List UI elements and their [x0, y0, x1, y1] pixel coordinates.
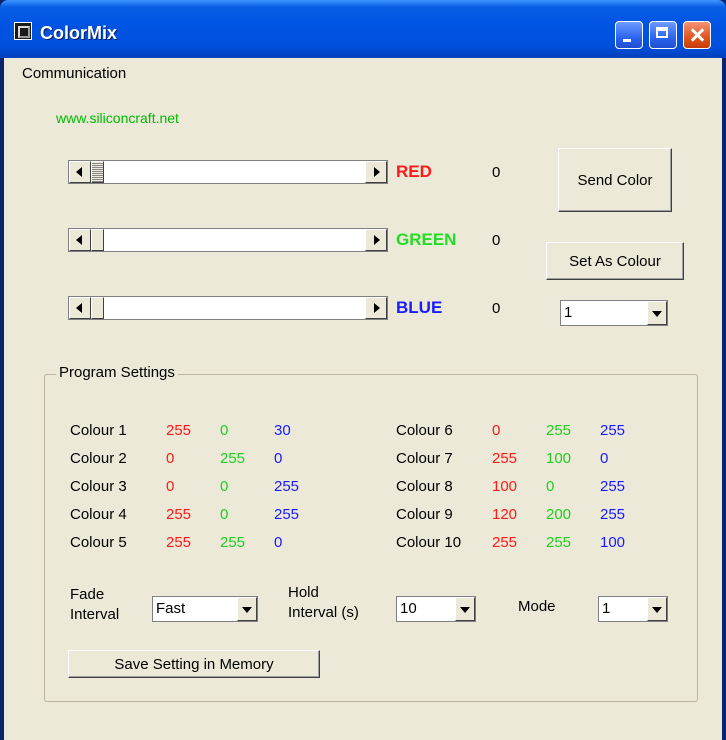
- mode-select[interactable]: 1: [598, 596, 668, 622]
- colour-10-red: 255: [492, 534, 518, 551]
- mode-value: 1: [602, 600, 611, 617]
- colour-2-green: 255: [220, 450, 246, 467]
- green-slider[interactable]: [68, 228, 388, 252]
- colour-6-label: Colour 6: [396, 422, 453, 439]
- colour-4-blue: 255: [274, 506, 300, 523]
- colour-2-red: 0: [166, 450, 175, 467]
- slider-thumb[interactable]: [91, 229, 104, 251]
- scroll-left-arrow-icon[interactable]: [69, 297, 91, 319]
- hold-interval-select[interactable]: 10: [396, 596, 476, 622]
- slider-thumb[interactable]: [91, 161, 104, 183]
- minimize-button[interactable]: [615, 21, 643, 49]
- colour-3-label: Colour 3: [70, 478, 127, 495]
- colour-7-green: 100: [546, 450, 572, 467]
- chevron-down-icon[interactable]: [647, 597, 667, 621]
- menu-bar: Communication: [4, 58, 722, 88]
- colour-5-green: 255: [220, 534, 246, 551]
- chevron-down-icon[interactable]: [647, 301, 667, 325]
- colour-3-red: 0: [166, 478, 175, 495]
- blue-value: 0: [492, 300, 501, 317]
- colour-9-blue: 255: [600, 506, 626, 523]
- red-label: RED: [396, 162, 432, 181]
- maximize-button[interactable]: [649, 21, 677, 49]
- scroll-left-arrow-icon[interactable]: [69, 229, 91, 251]
- scroll-left-arrow-icon[interactable]: [69, 161, 91, 183]
- hold-interval-value: 10: [400, 600, 417, 617]
- colour-1-red: 255: [166, 422, 192, 439]
- client-area: Communication www.siliconcraft.net RED 0…: [4, 58, 722, 740]
- hold-label-line1: Hold: [288, 584, 319, 601]
- chevron-down-icon[interactable]: [455, 597, 475, 621]
- colour-8-blue: 255: [600, 478, 626, 495]
- fade-label-line2: Interval: [70, 606, 120, 623]
- chevron-down-icon[interactable]: [237, 597, 257, 621]
- green-label: GREEN: [396, 230, 457, 249]
- colour-6-red: 0: [492, 422, 501, 439]
- colour-10-green: 255: [546, 534, 572, 551]
- colour-select[interactable]: 1: [560, 300, 668, 326]
- colour-6-green: 255: [546, 422, 572, 439]
- save-setting-button[interactable]: Save Setting in Memory: [68, 650, 320, 678]
- colour-5-red: 255: [166, 534, 192, 551]
- colour-7-red: 255: [492, 450, 518, 467]
- colour-10-label: Colour 10: [396, 534, 462, 551]
- program-settings-title: Program Settings: [56, 364, 178, 381]
- mode-label: Mode: [518, 598, 556, 615]
- scroll-right-arrow-icon[interactable]: [365, 229, 387, 251]
- title-bar[interactable]: ColorMix: [0, 0, 726, 58]
- colour-3-blue: 255: [274, 478, 300, 495]
- window-title: ColorMix: [40, 23, 118, 43]
- colour-7-blue: 0: [600, 450, 609, 467]
- colour-7-label: Colour 7: [396, 450, 453, 467]
- colour-9-label: Colour 9: [396, 506, 453, 523]
- scroll-right-arrow-icon[interactable]: [365, 161, 387, 183]
- colour-9-red: 120: [492, 506, 518, 523]
- slider-thumb[interactable]: [91, 297, 104, 319]
- set-as-colour-button[interactable]: Set As Colour: [546, 242, 684, 280]
- colour-5-label: Colour 5: [70, 534, 127, 551]
- blue-slider[interactable]: [68, 296, 388, 320]
- website-link[interactable]: www.siliconcraft.net: [56, 110, 179, 126]
- colour-9-green: 200: [546, 506, 572, 523]
- menu-communication[interactable]: Communication: [22, 65, 126, 82]
- colour-4-green: 0: [220, 506, 229, 523]
- fade-interval-value: Fast: [156, 600, 186, 617]
- blue-label: BLUE: [396, 298, 443, 317]
- red-slider[interactable]: [68, 160, 388, 184]
- colour-5-blue: 0: [274, 534, 283, 551]
- colour-3-green: 0: [220, 478, 229, 495]
- app-icon[interactable]: [14, 22, 32, 40]
- close-button[interactable]: [683, 21, 711, 49]
- red-value: 0: [492, 164, 501, 181]
- scroll-right-arrow-icon[interactable]: [365, 297, 387, 319]
- colour-4-red: 255: [166, 506, 192, 523]
- colour-2-label: Colour 2: [70, 450, 127, 467]
- send-color-button[interactable]: Send Color: [558, 148, 672, 212]
- window: ColorMix Communication www.siliconcraft.…: [0, 0, 726, 740]
- colour-8-label: Colour 8: [396, 478, 453, 495]
- fade-interval-select[interactable]: Fast: [152, 596, 258, 622]
- fade-label-line1: Fade: [70, 586, 105, 603]
- colour-6-blue: 255: [600, 422, 626, 439]
- colour-select-value: 1: [564, 304, 573, 321]
- colour-8-green: 0: [546, 478, 555, 495]
- colour-4-label: Colour 4: [70, 506, 127, 523]
- green-value: 0: [492, 232, 501, 249]
- hold-label-line2: Interval (s): [288, 604, 359, 621]
- colour-10-blue: 100: [600, 534, 626, 551]
- colour-1-blue: 30: [274, 422, 291, 439]
- colour-1-green: 0: [220, 422, 229, 439]
- colour-1-label: Colour 1: [70, 422, 127, 439]
- colour-8-red: 100: [492, 478, 518, 495]
- colour-2-blue: 0: [274, 450, 283, 467]
